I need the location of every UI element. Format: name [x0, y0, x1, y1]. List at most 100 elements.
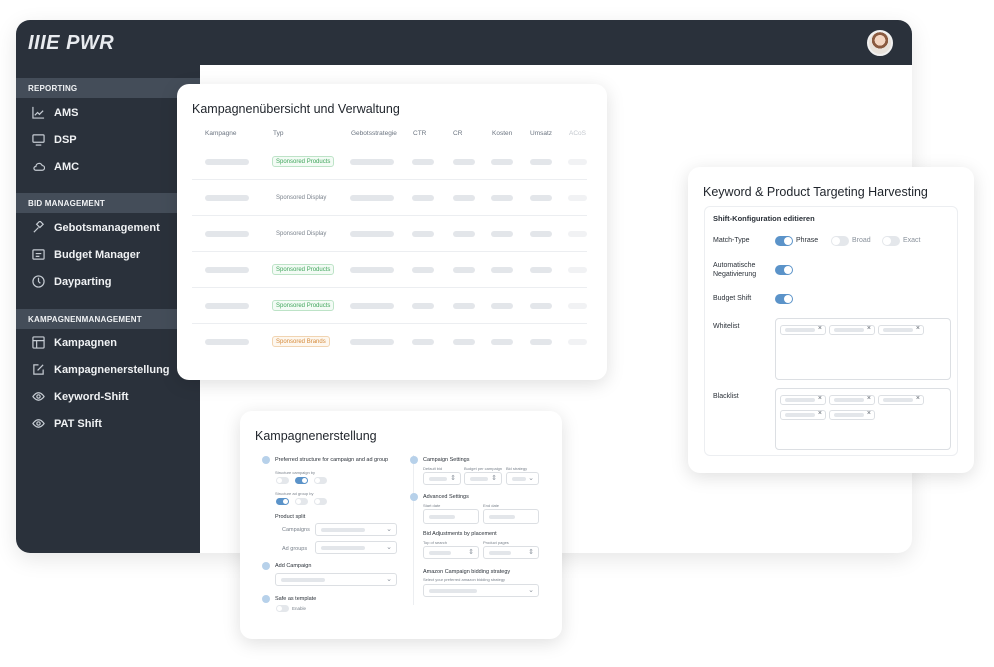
structure-adgroup-toggle[interactable]	[314, 498, 327, 505]
sidebar-item-pat-shift[interactable]: PAT Shift	[32, 417, 102, 430]
bidding-strategy-select[interactable]: ⌄	[423, 584, 539, 597]
whitelist-label: Whitelist	[713, 323, 740, 330]
structure-campaign-toggle[interactable]	[295, 477, 308, 484]
sidebar-item-dsp[interactable]: DSP	[32, 133, 77, 146]
app-logo[interactable]: IIIE PWR	[28, 32, 114, 55]
user-avatar[interactable]	[867, 30, 893, 56]
add-campaign-label: Add Campaign	[275, 563, 312, 569]
structure-campaign-label: Structure campaign by	[275, 470, 316, 475]
sidebar-item-label: PAT Shift	[54, 417, 102, 430]
whitelist-chip[interactable]: ×	[829, 325, 875, 335]
column-header[interactable]: ACoS	[569, 130, 586, 137]
product-pages-input[interactable]: ⇕	[483, 546, 539, 559]
column-header[interactable]: CTR	[413, 130, 426, 137]
stepper-icon[interactable]: ⇕	[468, 548, 474, 556]
campaign-settings-label: Campaign Settings	[423, 457, 470, 463]
advanced-settings-label: Advanced Settings	[423, 494, 469, 500]
sidebar-item-kampagnenerstellung[interactable]: Kampagnenerstellung	[32, 363, 170, 376]
type-badge: Sponsored Products	[272, 264, 335, 275]
top-of-search-input[interactable]: ⇕	[423, 546, 479, 559]
safe-template-toggle[interactable]	[276, 605, 289, 612]
table-row[interactable]: Sponsored Products	[192, 288, 587, 324]
remove-chip-icon[interactable]: ×	[867, 325, 871, 332]
blacklist-chip[interactable]: ×	[829, 395, 875, 405]
chart-line-icon	[32, 106, 45, 119]
match-broad-toggle[interactable]	[831, 236, 849, 246]
cloud-icon	[33, 162, 45, 171]
table-row[interactable]: Sponsored Brands	[192, 324, 587, 360]
add-campaign-select[interactable]: ⌄	[275, 573, 397, 586]
sidebar-section-reporting: REPORTING	[16, 78, 200, 98]
structure-campaign-toggle[interactable]	[276, 477, 289, 484]
top-of-search-label: Top of search	[423, 540, 448, 545]
sidebar-item-gebotsmanagement[interactable]: Gebotsmanagement	[32, 221, 160, 234]
remove-chip-icon[interactable]: ×	[818, 410, 822, 417]
bid-strategy-select[interactable]: ⌄	[506, 472, 539, 485]
end-date-input[interactable]	[483, 509, 539, 524]
blacklist-chip[interactable]: ×	[878, 395, 924, 405]
column-header[interactable]: Umsatz	[530, 130, 552, 137]
start-date-input[interactable]	[423, 509, 479, 524]
default-bid-input[interactable]: ⇕	[423, 472, 461, 485]
auto-negation-toggle[interactable]	[775, 265, 793, 275]
sidebar-section-kampagnenmanagement: KAMPAGNENMANAGEMENT	[16, 309, 200, 329]
blacklist-chip[interactable]: ×	[829, 410, 875, 420]
remove-chip-icon[interactable]: ×	[818, 325, 822, 332]
budget-shift-toggle[interactable]	[775, 294, 793, 304]
remove-chip-icon[interactable]: ×	[867, 410, 871, 417]
end-date-label: End date	[483, 503, 500, 508]
sidebar-item-keyword-shift[interactable]: Keyword-Shift	[32, 390, 129, 403]
type-badge: Sponsored Products	[272, 300, 335, 311]
sidebar-item-ams[interactable]: AMS	[32, 106, 78, 119]
table-row[interactable]: Sponsored Display	[192, 216, 587, 252]
sidebar-item-budget-manager[interactable]: Budget Manager	[32, 248, 140, 261]
sidebar-item-dayparting[interactable]: Dayparting	[32, 275, 111, 288]
structure-adgroup-toggle[interactable]	[276, 498, 289, 505]
remove-chip-icon[interactable]: ×	[916, 395, 920, 402]
column-header[interactable]: Kosten	[492, 130, 512, 137]
match-exact-toggle[interactable]	[882, 236, 900, 246]
remove-chip-icon[interactable]: ×	[916, 325, 920, 332]
whitelist-field[interactable]: × × ×	[775, 318, 951, 380]
step-indicator	[262, 562, 270, 570]
stepper-icon[interactable]: ⇕	[528, 548, 534, 556]
stepper-icon[interactable]: ⇕	[491, 474, 497, 482]
chevron-down-icon: ⌄	[386, 576, 392, 583]
clock-icon	[32, 275, 45, 288]
campaigns-select[interactable]: ⌄	[315, 523, 397, 536]
column-header[interactable]: CR	[453, 130, 462, 137]
sidebar-item-amc[interactable]: AMC	[32, 160, 79, 173]
campaign-creation-card: Kampagnenerstellung Preferred structure …	[240, 411, 562, 639]
table-row[interactable]: Sponsored Products	[192, 144, 587, 180]
blacklist-chip[interactable]: ×	[780, 395, 826, 405]
column-header[interactable]: Gebotsstrategie	[351, 130, 397, 137]
match-broad-label: Broad	[852, 237, 871, 244]
structure-adgroup-toggle[interactable]	[295, 498, 308, 505]
sidebar-item-label: Gebotsmanagement	[54, 221, 160, 234]
layout-icon	[32, 336, 45, 349]
whitelist-chip[interactable]: ×	[878, 325, 924, 335]
sidebar-item-kampagnen[interactable]: Kampagnen	[32, 336, 117, 349]
shift-config-panel: Shift-Konfiguration editieren Match-Type…	[704, 206, 958, 456]
eye-icon	[32, 392, 45, 401]
budget-input[interactable]: ⇕	[464, 472, 502, 485]
overview-title: Kampagnenübersicht und Verwaltung	[192, 102, 400, 116]
step-indicator	[410, 493, 418, 501]
blacklist-field[interactable]: × × × × ×	[775, 388, 951, 450]
enable-label: Enable	[292, 606, 307, 611]
match-exact-label: Exact	[903, 237, 921, 244]
remove-chip-icon[interactable]: ×	[867, 395, 871, 402]
table-row[interactable]: Sponsored Products	[192, 252, 587, 288]
type-badge: Sponsored Display	[276, 195, 327, 201]
column-header[interactable]: Kampagne	[205, 130, 236, 137]
table-row[interactable]: Sponsored Display	[192, 180, 587, 216]
bidding-strategy-hint: Select your preferred amazon bidding str…	[423, 577, 506, 582]
structure-campaign-toggle[interactable]	[314, 477, 327, 484]
remove-chip-icon[interactable]: ×	[818, 395, 822, 402]
blacklist-chip[interactable]: ×	[780, 410, 826, 420]
match-phrase-toggle[interactable]	[775, 236, 793, 246]
whitelist-chip[interactable]: ×	[780, 325, 826, 335]
stepper-icon[interactable]: ⇕	[450, 474, 456, 482]
adgroups-select[interactable]: ⌄	[315, 541, 397, 554]
column-header[interactable]: Typ	[273, 130, 283, 137]
